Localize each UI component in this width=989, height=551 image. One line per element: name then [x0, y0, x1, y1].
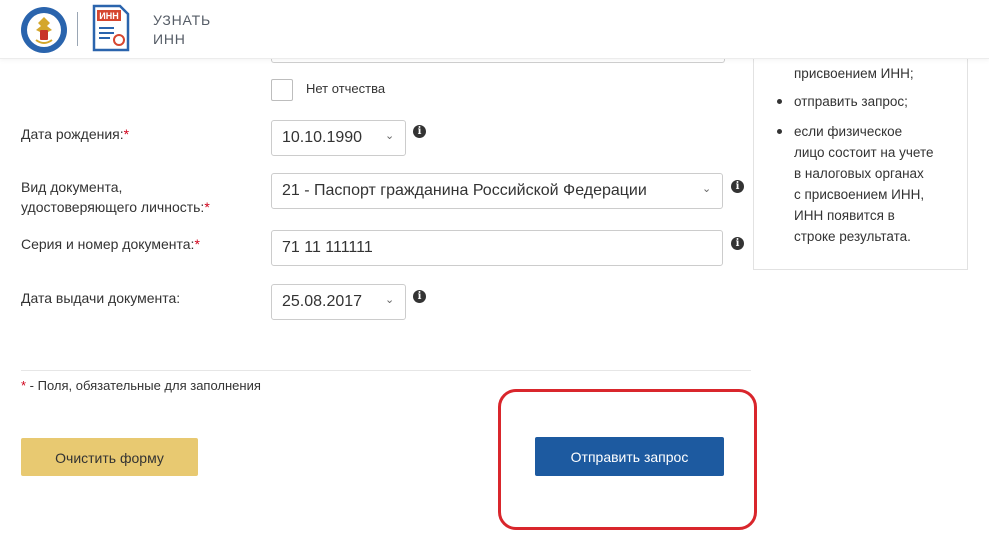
info-icon[interactable]: i — [731, 237, 744, 250]
doc-type-label-line1: Вид документа, — [21, 179, 123, 195]
doc-number-label-text: Серия и номер документа: — [21, 236, 195, 252]
no-patronymic-checkbox[interactable] — [271, 79, 293, 101]
clear-form-button[interactable]: Очистить форму — [21, 438, 198, 476]
info-icon[interactable]: i — [413, 125, 426, 138]
chevron-down-icon: ⌄ — [702, 183, 712, 195]
side-text-line: присвоением ИНН; — [794, 66, 914, 81]
birth-date-select[interactable]: 10.10.1990 ⌄ — [271, 120, 406, 156]
birth-date-value: 10.10.1990 — [282, 129, 363, 146]
inn-document-icon[interactable]: ИНН — [92, 4, 130, 52]
doc-type-value: 21 - Паспорт гражданина Российской Федер… — [282, 182, 647, 199]
info-icon[interactable]: i — [413, 290, 426, 303]
form-divider — [21, 370, 751, 371]
inn-badge-text: ИНН — [99, 11, 118, 21]
no-patronymic-label: Нет отчества — [306, 81, 386, 96]
header-separator — [77, 12, 78, 46]
birth-date-label: Дата рождения:* — [21, 124, 129, 145]
issue-date-value: 25.08.2017 — [282, 293, 363, 310]
required-note-text: - Поля, обязательные для заполнения — [26, 378, 261, 393]
side-item-result: если физическое лицо состоит на учете в … — [794, 121, 959, 247]
top-header: ИНН УЗНАТЬ ИНН — [0, 0, 989, 59]
doc-type-label-line2: удостоверяющего личность: — [21, 199, 205, 215]
side-item-result-line: лицо состоит на учете — [794, 145, 934, 160]
issue-date-select[interactable]: 25.08.2017 ⌄ — [271, 284, 406, 320]
side-item-result-line: с присвоением ИНН, — [794, 187, 925, 202]
required-mark: * — [194, 236, 200, 252]
app-title[interactable]: УЗНАТЬ ИНН — [153, 11, 233, 49]
submit-request-button[interactable]: Отправить запрос — [535, 437, 724, 476]
side-item-send: отправить запрос; — [794, 94, 908, 109]
required-fields-note: * - Поля, обязательные для заполнения — [21, 378, 261, 393]
side-item-result-line: ИНН появится в — [794, 208, 895, 223]
fns-emblem-icon[interactable] — [20, 6, 68, 54]
side-item-result-line: в налоговых органах — [794, 166, 924, 181]
doc-type-select[interactable]: 21 - Паспорт гражданина Российской Федер… — [271, 173, 723, 209]
birth-date-label-text: Дата рождения: — [21, 126, 124, 142]
required-mark: * — [204, 199, 210, 215]
doc-type-label: Вид документа, удостоверяющего личность:… — [21, 177, 210, 217]
chevron-down-icon: ⌄ — [385, 130, 395, 142]
info-icon[interactable]: i — [731, 180, 744, 193]
bullet-icon — [777, 129, 782, 134]
required-mark: * — [123, 126, 130, 142]
chevron-down-icon: ⌄ — [385, 294, 395, 306]
doc-number-input[interactable]: 71 11 111111 — [271, 230, 723, 266]
issue-date-label: Дата выдачи документа: — [21, 290, 181, 306]
side-item-result-line: строке результата. — [794, 229, 911, 244]
bullet-icon — [777, 99, 782, 104]
doc-number-label: Серия и номер документа:* — [21, 234, 200, 255]
side-item-result-line: если физическое — [794, 124, 903, 139]
doc-number-value: 71 11 111111 — [282, 239, 373, 256]
